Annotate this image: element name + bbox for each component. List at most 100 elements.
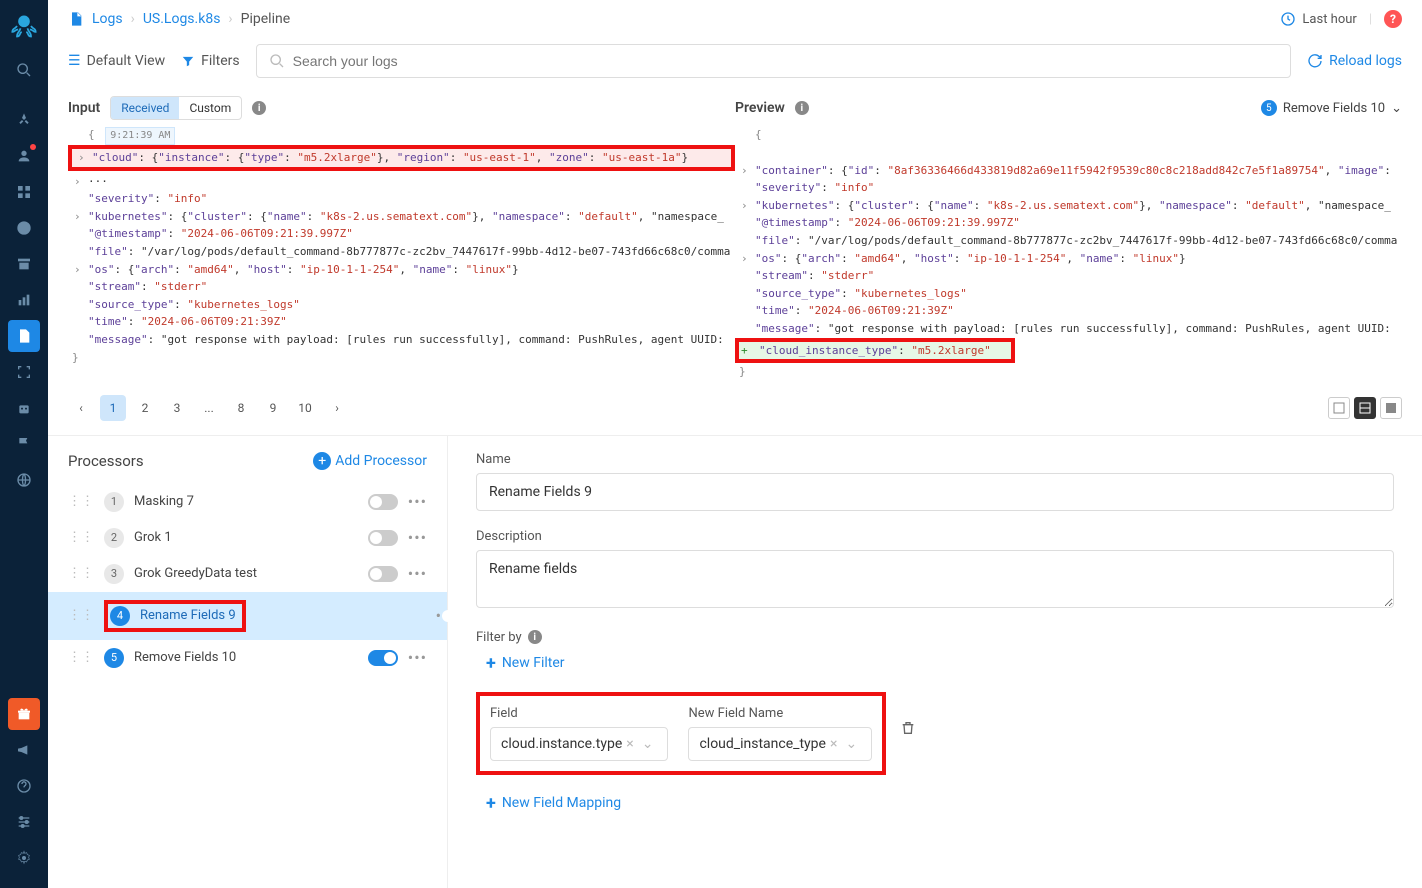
page-8[interactable]: 8 xyxy=(228,395,254,421)
enable-toggle[interactable] xyxy=(368,650,398,666)
enable-toggle[interactable] xyxy=(368,566,398,582)
file-icon[interactable] xyxy=(8,320,40,352)
name-input[interactable] xyxy=(476,473,1394,511)
reload-button[interactable]: Reload logs xyxy=(1307,53,1402,69)
menu-icon: ☰ xyxy=(68,53,81,69)
search-input-wrapper[interactable] xyxy=(256,44,1291,78)
megaphone-icon[interactable] xyxy=(8,734,40,766)
preview-title: Preview xyxy=(735,100,785,116)
enable-toggle[interactable] xyxy=(368,530,398,546)
preview-code: { ›"container": {"id": "8af36336466d4338… xyxy=(735,126,1402,381)
breadcrumb-app[interactable]: US.Logs.k8s xyxy=(143,11,221,27)
chevron-right-icon[interactable]: › xyxy=(74,208,81,226)
page-1[interactable]: 1 xyxy=(100,395,126,421)
scan-icon[interactable] xyxy=(8,356,40,388)
layout-single-icon[interactable] xyxy=(1328,397,1350,419)
default-view-button[interactable]: ☰ Default View xyxy=(68,53,165,69)
chevron-down-icon[interactable]: ⌄ xyxy=(638,736,658,752)
flag-icon[interactable] xyxy=(8,428,40,460)
breadcrumb: Logs › US.Logs.k8s › Pipeline xyxy=(68,11,290,27)
breadcrumb-pipeline: Pipeline xyxy=(241,11,291,27)
sliders-icon[interactable] xyxy=(8,806,40,838)
rocket-icon[interactable] xyxy=(8,104,40,136)
chevron-right-icon[interactable]: › xyxy=(741,197,748,215)
plus-icon: + xyxy=(486,793,496,814)
page-10[interactable]: 10 xyxy=(292,395,318,421)
add-processor-button[interactable]: + Add Processor xyxy=(313,452,427,470)
processor-row[interactable]: ⋮⋮ 1 Masking 7 ••• xyxy=(48,484,447,520)
new-filter-button[interactable]: + New Filter xyxy=(486,653,1394,674)
search-icon[interactable] xyxy=(8,54,40,86)
app-logo[interactable] xyxy=(8,10,40,42)
processor-row[interactable]: ⋮⋮ 3 Grok GreedyData test ••• xyxy=(48,556,447,592)
filters-button[interactable]: Filters xyxy=(181,53,240,69)
processor-row[interactable]: ⋮⋮ 2 Grok 1 ••• xyxy=(48,520,447,556)
refresh-icon xyxy=(1307,53,1323,69)
layout-split-icon[interactable] xyxy=(1354,397,1376,419)
drag-handle-icon[interactable]: ⋮⋮ xyxy=(68,608,94,623)
page-3[interactable]: 3 xyxy=(164,395,190,421)
new-field-mapping-button[interactable]: + New Field Mapping xyxy=(486,793,1394,814)
page-next[interactable]: › xyxy=(324,395,350,421)
drag-handle-icon[interactable]: ⋮⋮ xyxy=(68,494,94,509)
breadcrumb-logs[interactable]: Logs xyxy=(92,11,123,27)
filter-label: Filter by xyxy=(476,630,522,645)
info-icon[interactable]: i xyxy=(528,630,542,644)
more-icon[interactable]: ••• xyxy=(408,528,427,547)
preview-processor-selector[interactable]: 5 Remove Fields 10 ⌄ xyxy=(1261,100,1402,116)
tab-custom[interactable]: Custom xyxy=(179,97,241,119)
robot-icon[interactable] xyxy=(8,392,40,424)
info-icon[interactable]: i xyxy=(795,101,809,115)
chevron-right-icon[interactable]: › xyxy=(741,162,748,180)
plus-circle-icon: + xyxy=(313,452,331,470)
field-select[interactable]: cloud.instance.type × ⌄ xyxy=(490,727,668,761)
field-mapping-row: Field cloud.instance.type × ⌄ New Field … xyxy=(476,692,886,775)
chevron-right-icon[interactable]: › xyxy=(74,173,81,191)
enable-toggle[interactable] xyxy=(368,494,398,510)
users-icon[interactable] xyxy=(8,140,40,172)
plus-icon: + xyxy=(486,653,496,674)
archive-icon[interactable] xyxy=(8,248,40,280)
clear-icon[interactable]: × xyxy=(826,736,841,752)
processor-list: Processors + Add Processor ⋮⋮ 1 Masking … xyxy=(48,436,448,888)
chevron-down-icon[interactable]: ⌄ xyxy=(841,736,861,752)
pagination: ‹ 1 2 3 ... 8 9 10 › xyxy=(48,381,1422,435)
settings-icon[interactable] xyxy=(8,842,40,874)
processor-row-active[interactable]: ⋮⋮ 4 Rename Fields 9 ••• xyxy=(48,592,447,640)
page-prev[interactable]: ‹ xyxy=(68,395,94,421)
globe-icon[interactable] xyxy=(8,464,40,496)
description-input[interactable] xyxy=(476,550,1394,608)
chevron-right-icon[interactable]: › xyxy=(78,149,85,167)
tab-received[interactable]: Received xyxy=(111,97,179,119)
processor-row[interactable]: ⋮⋮ 5 Remove Fields 10 ••• xyxy=(48,640,447,676)
grid-icon[interactable] xyxy=(8,176,40,208)
clear-icon[interactable]: × xyxy=(622,736,637,752)
drag-handle-icon[interactable]: ⋮⋮ xyxy=(68,650,94,665)
gift-icon[interactable] xyxy=(8,698,40,730)
page-9[interactable]: 9 xyxy=(260,395,286,421)
page-2[interactable]: 2 xyxy=(132,395,158,421)
layout-stack-icon[interactable] xyxy=(1380,397,1402,419)
info-icon[interactable]: i xyxy=(252,101,266,115)
chevron-right-icon[interactable]: › xyxy=(741,250,748,268)
plus-icon: + xyxy=(741,342,748,360)
search-input[interactable] xyxy=(293,53,1278,69)
more-icon[interactable]: ••• xyxy=(408,492,427,511)
chart-icon[interactable] xyxy=(8,284,40,316)
minus-icon: − xyxy=(68,149,69,167)
more-icon[interactable]: ••• xyxy=(408,648,427,667)
delete-mapping-button[interactable] xyxy=(900,720,916,736)
help-icon[interactable] xyxy=(8,770,40,802)
drag-handle-icon[interactable]: ⋮⋮ xyxy=(68,566,94,581)
new-field-select[interactable]: cloud_instance_type × ⌄ xyxy=(688,727,872,761)
processors-title: Processors xyxy=(68,452,144,470)
more-icon[interactable]: ••• xyxy=(408,564,427,583)
processor-editor: Name Description Filter by i + New Filte… xyxy=(448,436,1422,888)
chevron-right-icon[interactable]: › xyxy=(74,261,81,279)
time-range-picker[interactable]: Last hour xyxy=(1280,11,1356,27)
drag-handle-icon[interactable]: ⋮⋮ xyxy=(68,530,94,545)
left-nav xyxy=(0,0,48,888)
filter-icon xyxy=(181,54,195,68)
help-badge[interactable]: ? xyxy=(1384,10,1402,28)
info-icon[interactable] xyxy=(8,212,40,244)
